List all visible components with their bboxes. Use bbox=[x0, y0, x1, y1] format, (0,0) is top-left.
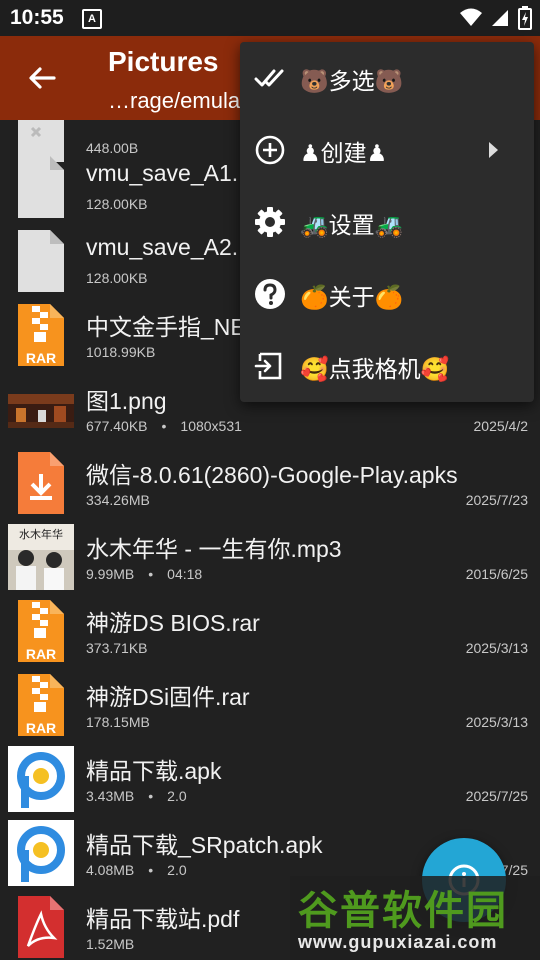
file-size: 4.08MB bbox=[86, 862, 135, 878]
meta-separator: • bbox=[148, 566, 154, 582]
file-name: 图1.png bbox=[86, 388, 167, 414]
image-resolution: 1080x531 bbox=[180, 418, 242, 434]
rar-label: RAR bbox=[26, 350, 56, 366]
file-name: 微信-8.0.61(2860)-Google-Play.apks bbox=[86, 462, 458, 488]
file-name: 神游DS BIOS.rar bbox=[86, 610, 260, 636]
file-row[interactable]: 微信-8.0.61(2860)-Google-Play.apks 334.26M… bbox=[0, 444, 540, 518]
file-date: 2025/7/23 bbox=[465, 492, 528, 508]
add-circle-icon bbox=[255, 135, 285, 165]
double-check-icon bbox=[254, 69, 284, 87]
meta-separator: • bbox=[148, 788, 154, 804]
file-name: vmu_save_A2. bbox=[86, 234, 239, 260]
file-name: vmu_save_A1. bbox=[86, 160, 239, 186]
menu-item-multi-select[interactable]: 🐻多选🐻 bbox=[240, 42, 534, 114]
file-meta: 4.08MB • 2.0 bbox=[86, 862, 187, 878]
file-size: 334.26MB bbox=[86, 492, 150, 508]
page-title: Pictures bbox=[108, 46, 219, 77]
rar-icon: RAR bbox=[18, 304, 64, 366]
meta-separator: • bbox=[161, 418, 167, 434]
file-size: 1.52MB bbox=[86, 936, 135, 952]
file-row[interactable]: 水木年华 水木年华 - 一生有你.mp3 9.99MB • 04:18 2015/6… bbox=[0, 518, 540, 592]
menu-item-about[interactable]: 🍊关于🍊 bbox=[240, 258, 534, 330]
file-name: 精品下载站.pdf bbox=[86, 906, 240, 932]
exit-icon bbox=[254, 352, 282, 380]
status-bar: 10:55 A bbox=[0, 0, 540, 36]
file-row[interactable]: RAR 神游DSi固件.rar 178.15MB 2025/3/13 bbox=[0, 666, 540, 740]
file-size: 373.71KB bbox=[86, 640, 148, 656]
menu-item-settings[interactable]: 🚜设置🚜 bbox=[240, 186, 534, 258]
file-size: 677.40KB bbox=[86, 418, 148, 434]
file-name: 神游DSi固件.rar bbox=[86, 684, 250, 710]
menu-item-label: 🚜设置🚜 bbox=[300, 212, 404, 238]
file-name: 精品下载_SRpatch.apk bbox=[86, 832, 323, 858]
overflow-menu: 🐻多选🐻 ♟创建♟ 🚜设置🚜 🍊关于🍊 🥰点我格机🥰 bbox=[240, 42, 534, 402]
rar-label: RAR bbox=[26, 646, 56, 662]
file-icon bbox=[18, 156, 64, 218]
submenu-arrow-icon bbox=[489, 142, 498, 158]
file-name: 水木年华 - 一生有你.mp3 bbox=[86, 536, 342, 562]
status-time: 10:55 bbox=[10, 6, 64, 29]
file-size: 9.99MB bbox=[86, 566, 135, 582]
file-date: 2025/3/13 bbox=[465, 640, 528, 656]
apk-app-icon bbox=[8, 746, 74, 812]
file-row[interactable]: RAR 神游DS BIOS.rar 373.71KB 2025/3/13 bbox=[0, 592, 540, 666]
menu-item-label: ♟创建♟ bbox=[300, 140, 388, 166]
file-size: 128.00KB bbox=[86, 196, 148, 212]
file-date: 2025/3/13 bbox=[465, 714, 528, 730]
file-meta: 9.99MB • 04:18 bbox=[86, 566, 202, 582]
file-name: 中文金手指_NE bbox=[86, 314, 246, 340]
file-date: 2025/7/25 bbox=[465, 788, 528, 804]
meta-separator: • bbox=[148, 862, 154, 878]
file-icon bbox=[18, 230, 64, 292]
pdf-icon bbox=[18, 896, 64, 958]
current-path: …rage/emula bbox=[108, 88, 241, 113]
album-art-thumbnail: 水木年华 bbox=[8, 524, 74, 590]
image-thumbnail bbox=[8, 394, 74, 428]
watermark-url: www.gupuxiazai.com bbox=[298, 932, 498, 952]
file-meta: 3.43MB • 2.0 bbox=[86, 788, 187, 804]
rar-icon: RAR bbox=[18, 600, 64, 662]
album-title-text: 水木年华 bbox=[19, 527, 63, 541]
file-row[interactable]: 精品下载.apk 3.43MB • 2.0 2025/7/25 bbox=[0, 740, 540, 814]
file-name: 精品下载.apk bbox=[86, 758, 222, 784]
menu-item-label: 🐻多选🐻 bbox=[300, 68, 404, 94]
menu-item-exit[interactable]: 🥰点我格机🥰 bbox=[240, 330, 534, 402]
apk-app-icon bbox=[8, 820, 74, 886]
file-meta: 677.40KB • 1080x531 bbox=[86, 418, 242, 434]
app-version: 2.0 bbox=[167, 862, 187, 878]
wifi-icon bbox=[460, 8, 482, 26]
watermark-title: 谷普软件园 bbox=[298, 889, 508, 933]
rar-label: RAR bbox=[26, 720, 56, 736]
rar-icon: RAR bbox=[18, 674, 64, 736]
signal-icon bbox=[492, 10, 508, 26]
menu-item-label: 🥰点我格机🥰 bbox=[300, 356, 450, 382]
file-size: 178.15MB bbox=[86, 714, 150, 730]
battery-icon bbox=[518, 6, 532, 30]
gear-icon bbox=[255, 207, 285, 237]
file-size: 1018.99KB bbox=[86, 344, 156, 360]
menu-item-label: 🍊关于🍊 bbox=[300, 284, 404, 310]
app-version: 2.0 bbox=[167, 788, 187, 804]
file-size: 3.43MB bbox=[86, 788, 135, 804]
help-icon bbox=[255, 279, 285, 309]
status-icons bbox=[460, 6, 532, 30]
file-date: 2015/6/25 bbox=[465, 566, 528, 582]
file-size: 128.00KB bbox=[86, 270, 148, 286]
file-date: 2025/4/2 bbox=[473, 418, 529, 434]
notification-icon: A bbox=[82, 9, 102, 29]
watermark-logo: 谷普软件园 www.gupuxiazai.com bbox=[290, 876, 540, 960]
download-icon bbox=[18, 452, 64, 514]
back-arrow-icon[interactable] bbox=[26, 62, 58, 94]
menu-item-create[interactable]: ♟创建♟ bbox=[240, 114, 534, 186]
audio-duration: 04:18 bbox=[167, 566, 203, 582]
